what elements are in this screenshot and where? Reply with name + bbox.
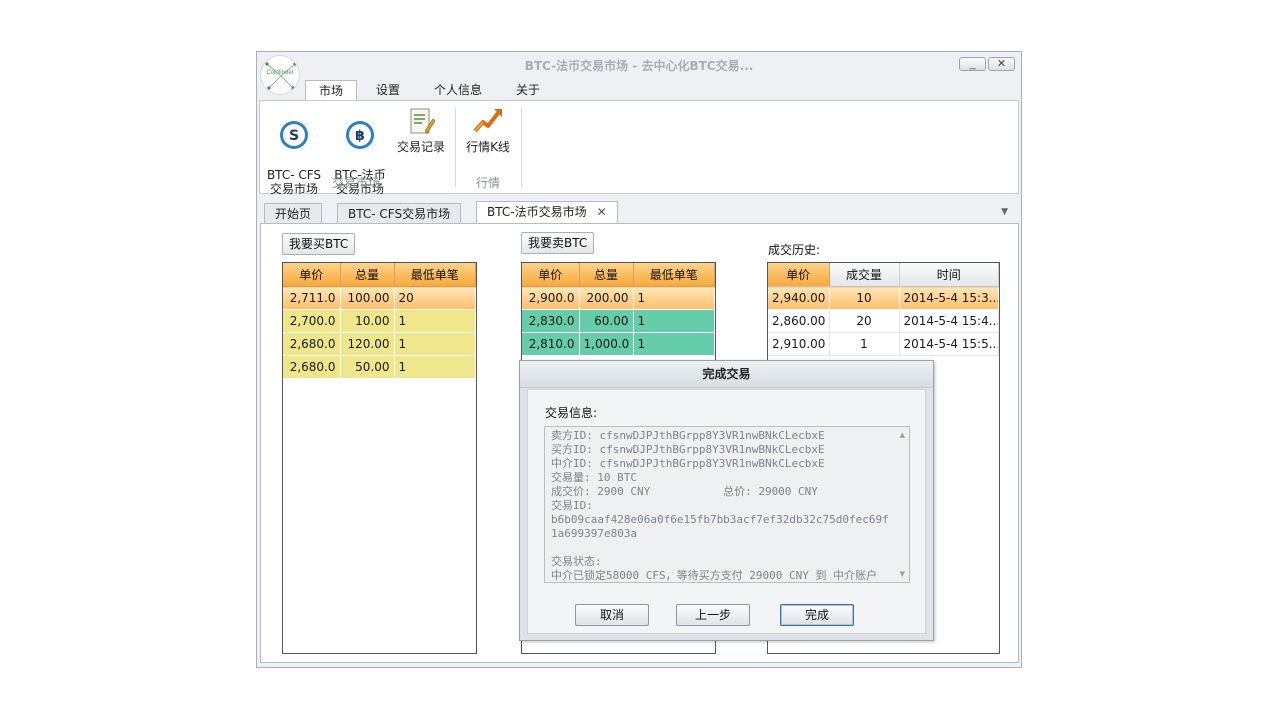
buy-btc-button[interactable]: 我要买BTC <box>282 233 356 255</box>
ribbon-separator <box>455 107 456 187</box>
ribbon-separator <box>521 107 522 187</box>
trade-info-text: 卖方ID: cfsnwDJPJthBGrpp8Y3VR1nwBNkCLecbxE… <box>551 429 889 582</box>
column-header-time[interactable]: 时间 <box>899 263 999 287</box>
column-header-price[interactable]: 单价 <box>522 263 580 287</box>
column-header-amount[interactable]: 总量 <box>579 263 634 287</box>
ribbon-group-label: 交易市场 <box>331 176 380 190</box>
menu-tab-market[interactable]: 市场 <box>305 80 358 101</box>
menu-tab-about[interactable]: 关于 <box>503 80 553 100</box>
cancel-button[interactable]: 取消 <box>575 604 649 626</box>
sell-btc-button[interactable]: 我要卖BTC <box>521 232 595 254</box>
dialog-title[interactable]: 完成交易 <box>520 361 933 388</box>
document-edit-icon <box>410 108 436 134</box>
trade-history-label: 成交历史: <box>768 243 821 257</box>
column-header-amount[interactable]: 总量 <box>340 263 395 287</box>
doc-tab-btc-fiat[interactable]: BTC-法币交易市场 ✕ <box>476 201 618 224</box>
table-row[interactable]: 2,680.0 50.00 1 <box>283 355 476 379</box>
ribbon-button-label: 行情K线 <box>466 140 510 154</box>
trade-records-button[interactable]: 交易记录 <box>392 105 450 154</box>
title-bar: BTC-法币交易市场 - 去中心化BTC交易... _ ✕ <box>257 52 1021 78</box>
window-title: BTC-法币交易市场 - 去中心化BTC交易... <box>524 59 754 73</box>
ribbon: S BTC- CFS 交易市场 ฿ BTC-法币 交易市场 交易记录 交易市场 … <box>259 100 1019 196</box>
logo-text: Coinfinder <box>266 70 294 76</box>
ribbon-group-quotes: 行情K线 行情 <box>457 101 519 193</box>
finish-button[interactable]: 完成 <box>780 604 854 626</box>
app-logo[interactable]: Coinfinder <box>260 55 300 95</box>
bitcoin-icon: ฿ <box>346 121 374 149</box>
table-row[interactable]: 2,900.0 200.00 1 <box>522 286 715 310</box>
minimize-button[interactable]: _ <box>959 57 986 71</box>
previous-step-button[interactable]: 上一步 <box>676 604 750 626</box>
table-row[interactable]: 2,680.0 120.00 1 <box>283 332 476 356</box>
svg-text:S: S <box>289 128 299 144</box>
scroll-up-icon[interactable]: ▲ <box>900 431 905 439</box>
buy-orders-grid[interactable]: 单价 总量 最低单笔 2,711.0 100.00 20 2,700.0 10.… <box>282 262 477 654</box>
dialog-body: 交易信息: 卖方ID: cfsnwDJPJthBGrpp8Y3VR1nwBNkC… <box>527 389 926 634</box>
table-row[interactable]: 2,910.00 1 2014-5-4 15:5... <box>768 332 999 356</box>
menu-tab-settings[interactable]: 设置 <box>363 80 413 100</box>
column-header-price[interactable]: 单价 <box>283 263 341 287</box>
column-header-min-order[interactable]: 最低单笔 <box>633 263 715 287</box>
table-row[interactable]: 2,810.0 1,000.0 1 <box>522 332 715 356</box>
ribbon-button-label: 交易记录 <box>396 140 445 154</box>
tab-list-dropdown-icon[interactable]: ▼ <box>1001 207 1008 217</box>
column-header-price[interactable]: 单价 <box>768 263 830 287</box>
ribbon-group-label: 行情 <box>475 176 500 190</box>
column-header-min-order[interactable]: 最低单笔 <box>394 263 476 287</box>
column-header-volume[interactable]: 成交量 <box>829 263 900 287</box>
kline-chart-button[interactable]: 行情K线 <box>459 105 517 154</box>
table-row[interactable]: 2,830.0 60.00 1 <box>522 309 715 333</box>
table-row[interactable]: 2,860.00 20 2014-5-4 15:4... <box>768 309 999 333</box>
doc-tab-start[interactable]: 开始页 <box>264 203 323 223</box>
complete-trade-dialog: 完成交易 交易信息: 卖方ID: cfsnwDJPJthBGrpp8Y3VR1n… <box>519 360 934 641</box>
doc-tab-btc-cfs[interactable]: BTC- CFS交易市场 <box>337 203 462 223</box>
table-row[interactable]: 2,711.0 100.00 20 <box>283 286 476 310</box>
s-coin-icon: S <box>280 121 308 149</box>
table-row[interactable]: 2,700.0 10.00 1 <box>283 309 476 333</box>
document-tabs: 开始页 BTC- CFS交易市场 BTC-法币交易市场 ✕ ▼ <box>262 199 1018 224</box>
chart-arrow-icon <box>473 109 502 133</box>
close-button[interactable]: ✕ <box>988 57 1015 71</box>
table-row[interactable]: 2,940.00 10 2014-5-4 15:3... <box>768 286 999 310</box>
close-tab-icon[interactable]: ✕ <box>597 205 607 219</box>
menu-tab-profile[interactable]: 个人信息 <box>421 80 495 100</box>
doc-tab-label: BTC-法币交易市场 <box>487 205 587 219</box>
ribbon-group-market: S BTC- CFS 交易市场 ฿ BTC-法币 交易市场 交易记录 交易市场 <box>260 101 452 196</box>
scroll-down-icon[interactable]: ▼ <box>900 570 905 578</box>
trade-info-label: 交易信息: <box>545 406 598 420</box>
svg-text:฿: ฿ <box>355 128 365 144</box>
trade-info-textbox[interactable]: 卖方ID: cfsnwDJPJthBGrpp8Y3VR1nwBNkCLecbxE… <box>544 426 910 583</box>
